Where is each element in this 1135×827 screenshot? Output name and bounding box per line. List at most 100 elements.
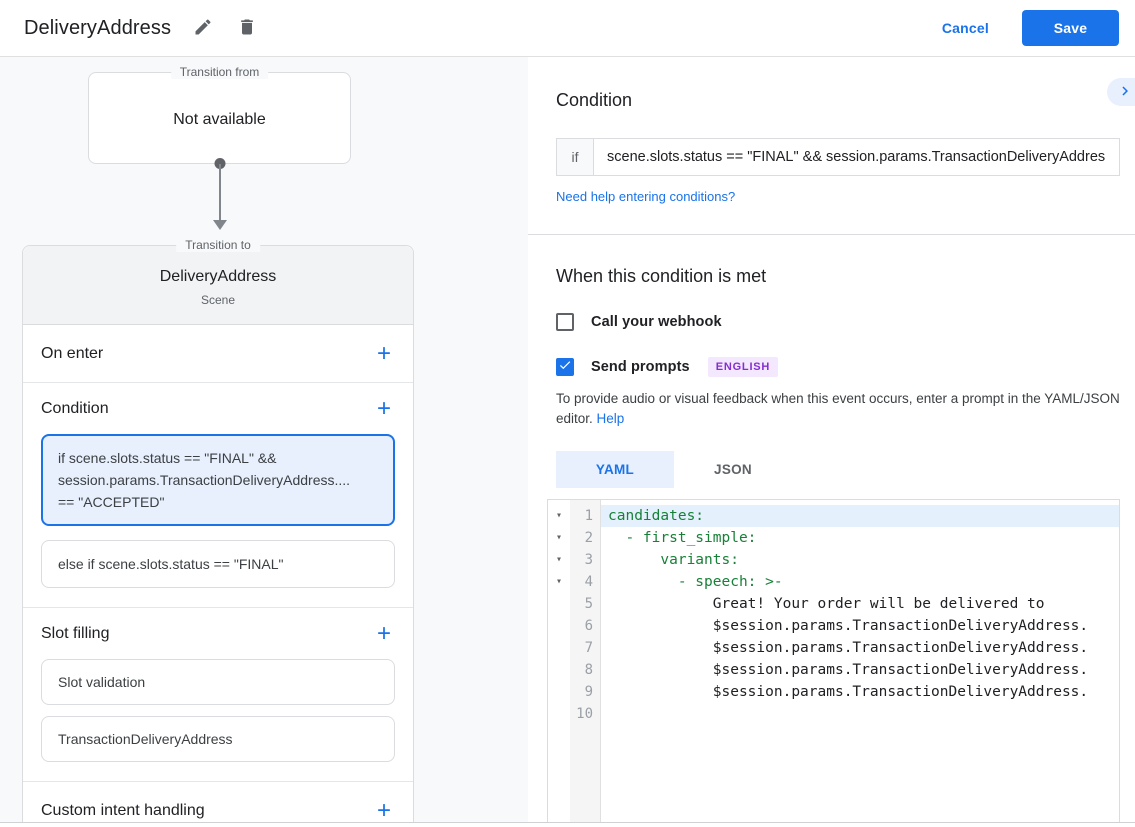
editor-tabs: YAML JSON bbox=[556, 451, 1135, 488]
top-bar: DeliveryAddress Cancel Save bbox=[0, 0, 1135, 57]
scene-type-label: Scene bbox=[23, 293, 413, 307]
condition-detail-panel: Condition if Need help entering conditio… bbox=[528, 57, 1135, 822]
on-enter-section: On enter + bbox=[23, 325, 413, 383]
condition-expression-input[interactable] bbox=[594, 138, 1120, 176]
condition-label: Condition bbox=[41, 400, 109, 418]
scene-diagram-panel: Transition from Not available Transition… bbox=[0, 57, 528, 822]
scene-editor-app: DeliveryAddress Cancel Save Transition f… bbox=[0, 0, 1135, 823]
arrow-head-icon bbox=[213, 220, 227, 230]
condition-card-line: if scene.slots.status == "FINAL" && bbox=[58, 447, 378, 469]
code-line bbox=[601, 703, 1119, 725]
chevron-right-icon bbox=[1116, 82, 1134, 103]
add-condition-button[interactable]: + bbox=[377, 399, 391, 419]
condition-card-line: session.params.TransactionDeliveryAddres… bbox=[58, 469, 378, 491]
condition-help-link[interactable]: Need help entering conditions? bbox=[556, 189, 735, 204]
code-line: - speech: >- bbox=[601, 571, 1119, 593]
slot-filling-section: Slot filling + Slot validation Transacti… bbox=[23, 608, 413, 782]
slot-card[interactable]: TransactionDeliveryAddress bbox=[41, 716, 395, 762]
condition-head: Condition + bbox=[23, 383, 413, 434]
transition-arrow bbox=[88, 164, 351, 236]
slot-cards: Slot validation TransactionDeliveryAddre… bbox=[23, 659, 413, 781]
fold-arrow-icon[interactable]: ▾ bbox=[548, 571, 570, 593]
page-title: DeliveryAddress bbox=[24, 17, 171, 40]
prompts-help-link[interactable]: Help bbox=[597, 411, 625, 426]
cancel-button[interactable]: Cancel bbox=[942, 20, 989, 36]
custom-intent-section: Custom intent handling + bbox=[23, 782, 413, 822]
slot-filling-head: Slot filling + bbox=[23, 608, 413, 659]
save-button[interactable]: Save bbox=[1022, 10, 1119, 46]
prompts-description-text: To provide audio or visual feedback when… bbox=[556, 391, 1120, 426]
line-number: 3 bbox=[570, 549, 593, 571]
send-prompts-row: Send prompts ENGLISH bbox=[556, 357, 1135, 377]
fold-arrow-icon[interactable]: ▾ bbox=[548, 527, 570, 549]
condition-expression-row: if bbox=[556, 138, 1120, 176]
code-line: $session.params.TransactionDeliveryAddre… bbox=[601, 615, 1119, 637]
transition-from-box[interactable]: Transition from Not available bbox=[88, 72, 351, 164]
tab-yaml[interactable]: YAML bbox=[556, 451, 674, 488]
yaml-editor[interactable]: ▾ ▾ ▾ ▾ 1 2 3 4 5 6 7 8 9 10 bbox=[547, 499, 1120, 822]
if-label: if bbox=[556, 138, 594, 176]
call-webhook-checkbox[interactable] bbox=[556, 313, 574, 331]
line-number: 4 bbox=[570, 571, 593, 593]
check-icon bbox=[558, 358, 572, 377]
main-area: Transition from Not available Transition… bbox=[0, 57, 1135, 823]
add-slot-button[interactable]: + bbox=[377, 624, 391, 644]
line-number: 6 bbox=[570, 615, 593, 637]
line-number: 7 bbox=[570, 637, 593, 659]
condition-card-line: else if scene.slots.status == "FINAL" bbox=[58, 553, 378, 575]
code-line: - first_simple: bbox=[601, 527, 1119, 549]
transition-to-legend: Transition to bbox=[176, 238, 260, 252]
prompts-description: To provide audio or visual feedback when… bbox=[556, 389, 1132, 429]
line-number: 1 bbox=[570, 505, 593, 527]
send-prompts-checkbox[interactable] bbox=[556, 358, 574, 376]
code-line: $session.params.TransactionDeliveryAddre… bbox=[601, 681, 1119, 703]
on-enter-label: On enter bbox=[41, 345, 103, 363]
line-number-gutter: 1 2 3 4 5 6 7 8 9 10 bbox=[570, 500, 601, 822]
on-enter-head: On enter + bbox=[23, 325, 413, 382]
webhook-row: Call your webhook bbox=[556, 313, 1135, 331]
line-number: 8 bbox=[570, 659, 593, 681]
condition-card-selected[interactable]: if scene.slots.status == "FINAL" && sess… bbox=[41, 434, 395, 526]
language-badge: ENGLISH bbox=[708, 357, 779, 377]
code-line: $session.params.TransactionDeliveryAddre… bbox=[601, 637, 1119, 659]
transition-from-legend: Transition from bbox=[171, 65, 269, 79]
call-webhook-label: Call your webhook bbox=[591, 314, 722, 330]
transition-to-box: Transition to DeliveryAddress Scene On e… bbox=[22, 245, 414, 822]
condition-cards: if scene.slots.status == "FINAL" && sess… bbox=[23, 434, 413, 607]
code-line: variants: bbox=[601, 549, 1119, 571]
top-bar-right: Cancel Save bbox=[942, 10, 1119, 46]
custom-intent-head: Custom intent handling + bbox=[23, 782, 413, 822]
scene-card-header[interactable]: DeliveryAddress Scene bbox=[23, 246, 413, 325]
send-prompts-label: Send prompts bbox=[591, 359, 690, 375]
add-custom-intent-button[interactable]: + bbox=[377, 801, 391, 821]
add-on-enter-button[interactable]: + bbox=[377, 344, 391, 364]
delete-scene-button[interactable] bbox=[235, 16, 259, 40]
arrow-line bbox=[219, 164, 221, 221]
tab-json[interactable]: JSON bbox=[674, 451, 792, 488]
edit-scene-button[interactable] bbox=[191, 16, 215, 40]
transition-from-value: Not available bbox=[89, 111, 350, 129]
trash-icon bbox=[237, 17, 257, 40]
line-number: 2 bbox=[570, 527, 593, 549]
collapse-panel-button[interactable] bbox=[1107, 78, 1135, 106]
fold-arrow-icon[interactable]: ▾ bbox=[548, 505, 570, 527]
custom-intent-label: Custom intent handling bbox=[41, 802, 205, 820]
slot-validation-card[interactable]: Slot validation bbox=[41, 659, 395, 705]
line-number: 5 bbox=[570, 593, 593, 615]
pencil-icon bbox=[193, 17, 213, 40]
fold-arrow-icon[interactable]: ▾ bbox=[548, 549, 570, 571]
code-line: Great! Your order will be delivered to bbox=[601, 593, 1119, 615]
section-divider bbox=[528, 234, 1135, 235]
condition-panel-title: Condition bbox=[556, 90, 1135, 111]
line-number: 10 bbox=[570, 703, 593, 725]
top-bar-left: DeliveryAddress bbox=[24, 16, 259, 40]
code-line: candidates: bbox=[601, 505, 1119, 527]
code-area[interactable]: candidates: - first_simple: variants: - … bbox=[601, 500, 1119, 822]
condition-section: Condition + if scene.slots.status == "FI… bbox=[23, 383, 413, 608]
code-line: $session.params.TransactionDeliveryAddre… bbox=[601, 659, 1119, 681]
fold-gutter: ▾ ▾ ▾ ▾ bbox=[548, 500, 570, 822]
slot-filling-label: Slot filling bbox=[41, 625, 109, 643]
when-met-title: When this condition is met bbox=[556, 266, 1135, 287]
condition-card-line: == "ACCEPTED" bbox=[58, 491, 378, 513]
condition-card[interactable]: else if scene.slots.status == "FINAL" bbox=[41, 540, 395, 588]
